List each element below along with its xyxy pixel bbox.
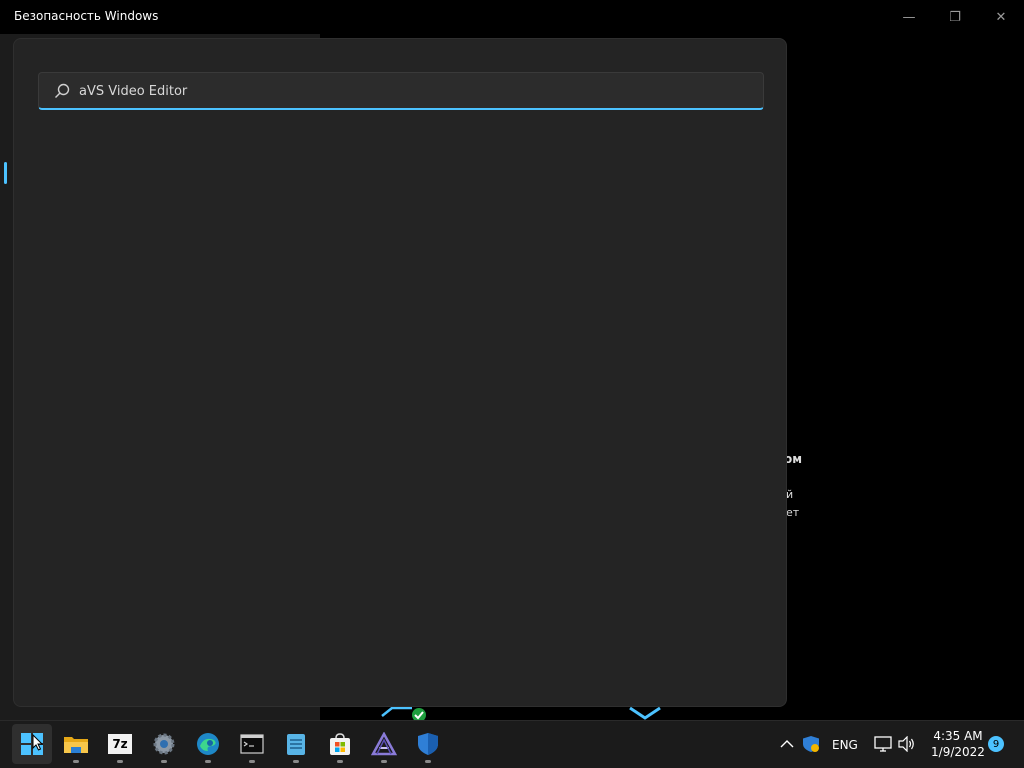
search-input[interactable]	[79, 79, 749, 103]
7zip-icon: 7z	[108, 734, 132, 754]
window-titlebar: Безопасность Windows — ❐ ✕	[0, 0, 1024, 34]
running-indicator	[337, 760, 343, 763]
settings-button[interactable]	[144, 724, 184, 764]
search-icon	[55, 83, 70, 98]
store-icon	[330, 733, 350, 755]
store-button[interactable]	[320, 724, 360, 764]
notepad-icon	[287, 734, 305, 755]
file-explorer-icon	[64, 737, 88, 753]
close-button[interactable]: ✕	[978, 0, 1024, 34]
running-indicator	[205, 760, 211, 763]
chevron-up-icon[interactable]	[780, 738, 794, 750]
windows-security-button[interactable]	[408, 724, 448, 764]
running-indicator	[381, 760, 387, 763]
minimize-button[interactable]: —	[886, 0, 932, 34]
windows-security-icon	[418, 733, 438, 755]
terminal-button[interactable]	[232, 724, 272, 764]
running-indicator	[117, 760, 123, 763]
maximize-button[interactable]: ❐	[932, 0, 978, 34]
volume-icon[interactable]	[898, 736, 916, 752]
sidebar-selection-indicator	[4, 162, 7, 184]
settings-icon	[153, 733, 175, 755]
7zip-button[interactable]: 7z	[100, 724, 140, 764]
close-icon: ✕	[995, 9, 1007, 25]
notification-badge[interactable]: 9	[988, 736, 1004, 752]
notepad-button[interactable]	[276, 724, 316, 764]
file-explorer-button[interactable]	[56, 724, 96, 764]
avs-editor-icon	[371, 732, 397, 756]
search-box[interactable]	[38, 72, 764, 110]
terminal-icon	[240, 734, 264, 754]
edge-button[interactable]	[188, 724, 228, 764]
maximize-icon: ❐	[949, 9, 961, 25]
clock-time: 4:35 AM	[933, 729, 983, 743]
background-shield-icon	[629, 706, 661, 720]
network-icon[interactable]	[874, 736, 892, 752]
running-indicator	[249, 760, 255, 763]
mouse-cursor-icon	[32, 734, 44, 751]
background-text-fragment: й	[786, 488, 794, 501]
running-indicator	[293, 760, 299, 763]
security-tray-icon[interactable]	[802, 735, 820, 753]
edge-icon	[197, 733, 219, 755]
minimize-icon: —	[902, 9, 916, 25]
background-device-icon	[381, 706, 426, 720]
clock-date: 1/9/2022	[931, 745, 985, 759]
avs-editor-button[interactable]	[364, 724, 404, 764]
running-indicator	[73, 760, 79, 763]
running-indicator	[161, 760, 167, 763]
language-indicator[interactable]: ENG	[832, 738, 858, 752]
window-title: Безопасность Windows	[14, 9, 159, 23]
running-indicator	[425, 760, 431, 763]
start-search-panel	[13, 38, 787, 707]
background-text-fragment: ет	[786, 506, 800, 519]
start-button[interactable]	[12, 724, 52, 764]
clock[interactable]: 4:35 AM 1/9/2022	[926, 728, 990, 760]
